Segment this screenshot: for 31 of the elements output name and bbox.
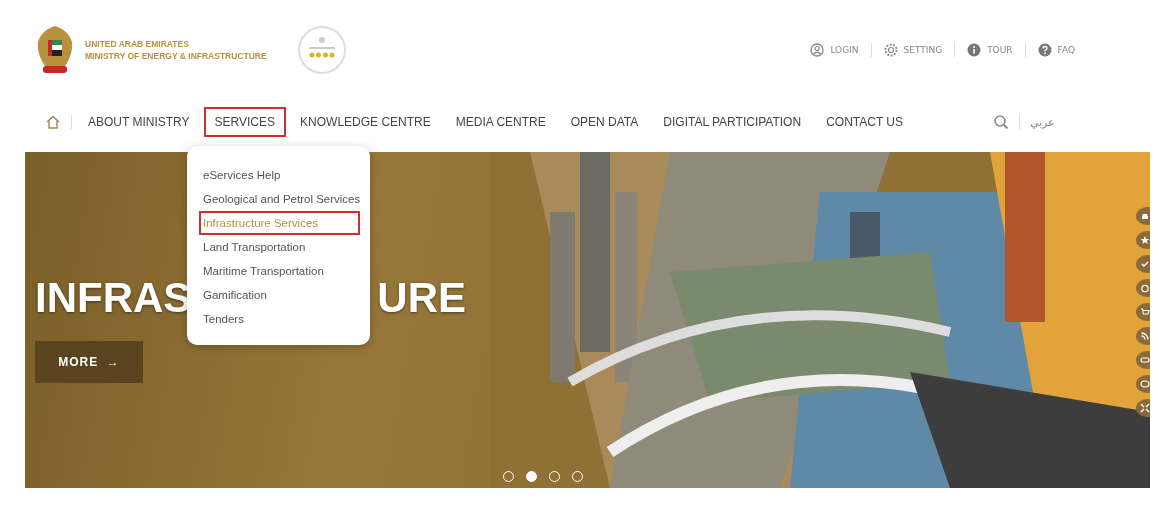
utility-link[interactable]: LOGIN [810,43,859,57]
nav-link[interactable]: CONTACT US [815,107,915,137]
menu-item[interactable]: Maritime Transportation [199,259,360,283]
hero-title: URE [377,277,467,319]
menu-item[interactable]: Gamification [199,283,360,307]
ministry-name: MINISTRY OF ENERGY & INFRASTRUCTURE [85,51,267,61]
help-icon [1037,43,1052,57]
user-icon [810,43,825,57]
menu-item[interactable]: Tenders [199,307,360,331]
utility-link[interactable]: SETTING [883,43,943,57]
info-icon [967,43,982,57]
nav-link[interactable]: DIGITAL PARTICIPATION [652,107,813,137]
nav-link[interactable]: SERVICES [203,107,287,137]
nav-link[interactable]: OPEN DATA [559,107,650,137]
utility-link[interactable]: TOUR [967,43,1013,57]
more-button[interactable]: MORE → [35,341,143,383]
utility-link[interactable]: FAQ [1037,43,1075,57]
language-link[interactable]: عربي [1030,115,1055,129]
star-rating-badge-icon [296,25,347,75]
menu-item[interactable]: eServices Help [199,163,360,187]
menu-item[interactable]: Geological and Petrol Services [199,187,360,211]
carousel-dot[interactable] [526,471,537,482]
nav-link[interactable]: ABOUT MINISTRY [77,107,201,137]
hero-title: INFRAS [35,277,192,319]
org-name: UNITED ARAB EMIRATES [85,39,190,49]
home-icon[interactable] [45,114,61,130]
nav-link[interactable]: KNOWLEDGE CENTRE [289,107,442,137]
search-icon[interactable] [993,114,1009,130]
menu-item[interactable]: Land Transportation [199,235,360,259]
settings-icon [883,43,898,57]
nav-link[interactable]: MEDIA CENTRE [444,107,557,137]
